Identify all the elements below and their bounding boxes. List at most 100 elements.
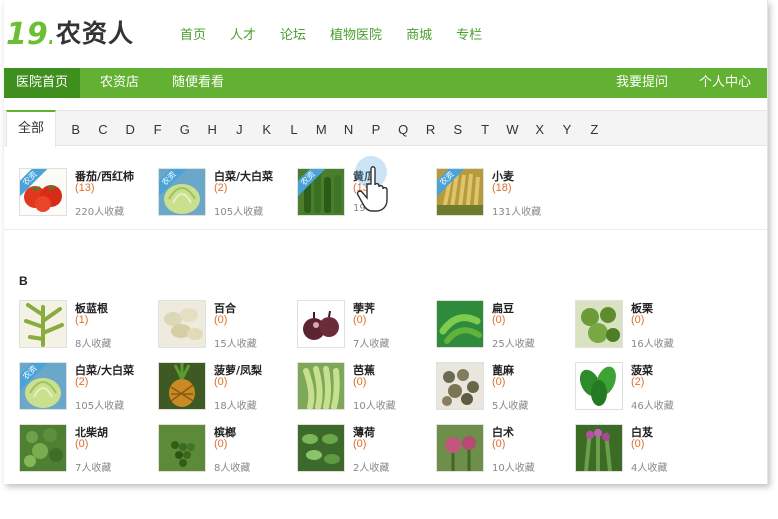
top-nav: 首页 人才 论坛 植物医院 商城 专栏 [180,24,506,43]
letter-tab-k[interactable]: K [253,122,280,137]
site-logo[interactable]: 191 农资人 [6,14,134,50]
letter-tab-all[interactable]: 全部 [6,110,56,147]
crop-thumbnail[interactable] [297,300,345,348]
crop-card-water-chestnut[interactable]: 荸荠 (0) 7人收藏 [297,300,427,354]
crop-card-chestnut[interactable]: 板栗 (0) 16人收藏 [575,300,705,354]
letter-tab-m[interactable]: M [308,122,335,137]
crop-card-betel[interactable]: 槟榔 (0) 8人收藏 [158,424,288,478]
crop-favorite-count: 2人收藏 [353,463,390,474]
section-heading-b: B [19,274,28,288]
crop-favorite-count: 105人收藏 [75,401,125,412]
topnav-column[interactable]: 专栏 [456,24,482,43]
crop-card-atractylodes[interactable]: 白术 (0) 10人收藏 [436,424,566,478]
site-header: 191 农资人 首页 人才 论坛 植物医院 商城 专栏 [4,0,767,68]
crop-thumbnail[interactable]: 农资 [436,168,484,216]
crop-card-bletilla[interactable]: 白芨 (0) 4人收藏 [575,424,705,478]
crop-card-tomato[interactable]: 农资 番茄/西红柿 (13) 220人收藏 [19,168,149,222]
crop-question-count: (2) [75,376,89,388]
crop-thumbnail[interactable] [158,300,206,348]
crop-question-count: (18) [492,182,512,194]
crop-card-lily[interactable]: 百合 (0) 15人收藏 [158,300,288,354]
crop-question-count: (2) [631,376,645,388]
letter-tab-r[interactable]: R [417,122,444,137]
crop-thumbnail[interactable]: 农资 [19,168,67,216]
letter-filter-bar: 全部 BCDFGHJKLMNPQRSTWXYZ [4,110,767,147]
topnav-mall[interactable]: 商城 [406,24,432,43]
letter-tab-d[interactable]: D [117,122,144,137]
crop-favorite-count: 46人收藏 [631,401,674,412]
crop-card-bean[interactable]: 扁豆 (0) 25人收藏 [436,300,566,354]
hand-cursor-icon [355,156,388,212]
crop-favorite-count: 8人收藏 [75,339,112,350]
crop-thumbnail[interactable]: 农资 [158,168,206,216]
subnav-agri-store[interactable]: 农资店 [88,68,151,98]
subnav-ask-question[interactable]: 我要提问 [604,68,680,98]
crop-card-plantain[interactable]: 芭蕉 (0) 10人收藏 [297,362,427,416]
letter-tab-p[interactable]: P [362,122,389,137]
crop-card-bupleurum[interactable]: 北柴胡 (0) 7人收藏 [19,424,149,478]
bean-thumbnail [437,301,483,347]
crop-thumbnail[interactable] [297,362,345,410]
crop-card-castor[interactable]: 蓖麻 (0) 5人收藏 [436,362,566,416]
crop-favorite-count: 4人收藏 [631,463,668,474]
letter-tab-l[interactable]: L [280,122,307,137]
crop-card-cabbage[interactable]: 农资 白菜/大白菜 (2) 105人收藏 [19,362,149,416]
pineapple-thumbnail [159,363,205,409]
crop-thumbnail[interactable] [19,300,67,348]
letter-tab-x[interactable]: X [526,122,553,137]
crop-thumbnail[interactable] [436,424,484,472]
letter-tab-j[interactable]: J [226,122,253,137]
topnav-home[interactable]: 首页 [180,24,206,43]
crop-question-count: (0) [492,314,506,326]
crop-card-wheat[interactable]: 农资 小麦 (18) 131人收藏 [436,168,566,222]
crop-question-count: (0) [631,438,645,450]
crop-thumbnail[interactable] [436,362,484,410]
crop-thumbnail[interactable] [158,362,206,410]
crop-thumbnail[interactable] [575,362,623,410]
page-frame: 191 农资人 首页 人才 论坛 植物医院 商城 专栏 医院首页 农资店 随便看… [4,0,768,484]
letter-tab-q[interactable]: Q [390,122,417,137]
crop-card-mint[interactable]: 薄荷 (0) 2人收藏 [297,424,427,478]
subnav-user-center[interactable]: 个人中心 [687,68,763,98]
letter-tab-y[interactable]: Y [553,122,580,137]
letter-tab-t[interactable]: T [471,122,498,137]
letter-tab-h[interactable]: H [198,122,225,137]
chestnut-thumbnail [576,301,622,347]
crop-favorite-count: 18人收藏 [214,401,257,412]
crop-card-pineapple[interactable]: 菠萝/凤梨 (0) 18人收藏 [158,362,288,416]
crop-card-cabbage[interactable]: 农资 白菜/大白菜 (2) 105人收藏 [158,168,288,222]
crop-thumbnail[interactable]: 农资 [19,362,67,410]
crop-card-spinach[interactable]: 菠菜 (2) 46人收藏 [575,362,705,416]
letter-tab-z[interactable]: Z [581,122,608,137]
crop-favorite-count: 131人收藏 [492,207,542,218]
crop-favorite-count: 105人收藏 [214,207,264,218]
letter-tab-s[interactable]: S [444,122,471,137]
letter-tab-g[interactable]: G [171,122,198,137]
crop-card-banlangen[interactable]: 板蓝根 (1) 8人收藏 [19,300,149,354]
subnav-hospital-home[interactable]: 医院首页 [4,68,81,98]
sub-nav-bar: 医院首页 农资店 随便看看 我要提问 个人中心 [4,68,767,98]
crop-thumbnail[interactable] [158,424,206,472]
crop-question-count: (0) [492,438,506,450]
letter-tab-c[interactable]: C [89,122,116,137]
crop-question-count: (1) [75,314,89,326]
crop-question-count: (2) [214,182,228,194]
topnav-talent[interactable]: 人才 [230,24,256,43]
crop-thumbnail[interactable] [575,300,623,348]
letter-tab-f[interactable]: F [144,122,171,137]
crop-thumbnail[interactable]: 农资 [297,168,345,216]
crop-thumbnail[interactable] [436,300,484,348]
topnav-plant-hospital[interactable]: 植物医院 [330,24,382,43]
castor-thumbnail [437,363,483,409]
spinach-thumbnail [576,363,622,409]
crop-thumbnail[interactable] [575,424,623,472]
letter-tabs: BCDFGHJKLMNPQRSTWXYZ [62,111,608,147]
crop-thumbnail[interactable] [19,424,67,472]
letter-tab-w[interactable]: W [499,122,526,137]
letter-tab-n[interactable]: N [335,122,362,137]
topnav-forum[interactable]: 论坛 [280,24,306,43]
crop-question-count: (0) [353,376,367,388]
subnav-browse[interactable]: 随便看看 [160,68,236,98]
crop-thumbnail[interactable] [297,424,345,472]
letter-tab-b[interactable]: B [62,122,89,137]
